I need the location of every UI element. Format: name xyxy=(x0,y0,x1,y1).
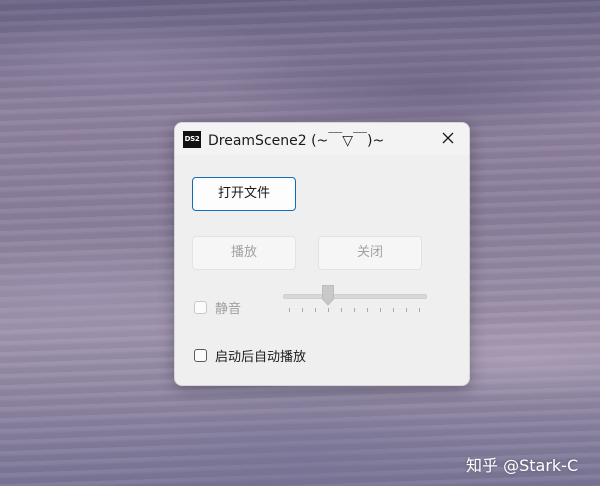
slider-tick xyxy=(393,308,394,312)
watermark: 知乎 @Stark-C xyxy=(466,456,579,475)
slider-tick xyxy=(367,308,368,312)
close-icon xyxy=(442,132,454,144)
open-file-button[interactable]: 打开文件 xyxy=(192,177,296,211)
slider-tick xyxy=(289,308,290,312)
autoplay-label: 启动后自动播放 xyxy=(215,350,307,365)
autoplay-checkbox-row[interactable]: 启动后自动播放 xyxy=(194,346,306,365)
window-title: DreamScene2 (~￣▽￣)~ xyxy=(208,133,385,149)
slider-tick xyxy=(302,308,303,312)
slider-tick xyxy=(315,308,316,312)
mute-checkbox xyxy=(194,301,207,314)
slider-tick xyxy=(406,308,407,312)
mute-label: 静音 xyxy=(215,302,242,317)
slider-thumb xyxy=(322,285,334,306)
slider-tick xyxy=(419,308,420,312)
slider-track xyxy=(283,294,427,299)
slider-tick xyxy=(380,308,381,312)
slider-tick xyxy=(341,308,342,312)
slider-tick xyxy=(354,308,355,312)
close-window-button[interactable] xyxy=(437,129,459,149)
slider-ticks xyxy=(289,308,420,312)
app-icon: DS2 xyxy=(183,131,201,148)
volume-slider xyxy=(283,285,427,315)
play-button: 播放 xyxy=(192,236,296,270)
title-bar[interactable]: DS2 DreamScene2 (~￣▽￣)~ xyxy=(175,123,469,155)
close-video-button: 关闭 xyxy=(318,236,422,270)
mute-checkbox-row: 静音 xyxy=(194,298,241,317)
autoplay-checkbox[interactable] xyxy=(194,349,207,362)
slider-tick xyxy=(328,308,329,312)
app-window: DS2 DreamScene2 (~￣▽￣)~ 打开文件 播放 关闭 静音 启动… xyxy=(174,122,470,386)
